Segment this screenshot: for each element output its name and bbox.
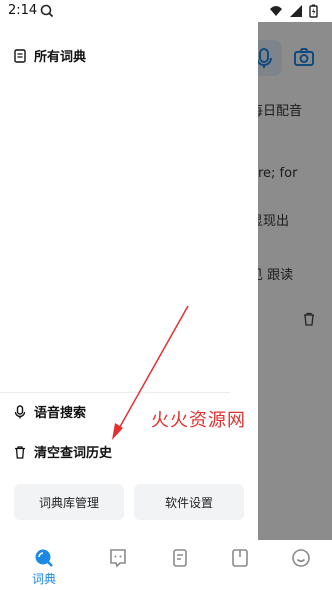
red-arrow-annotation — [112, 305, 189, 440]
watermark-text: 火火资源网 — [151, 410, 246, 431]
